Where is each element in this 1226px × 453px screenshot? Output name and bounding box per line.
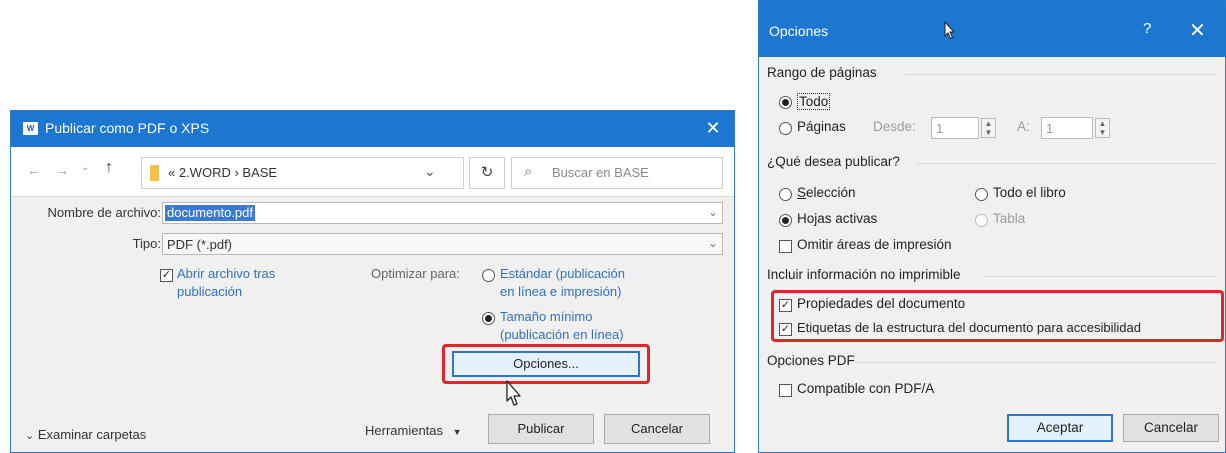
doc-properties-label: Propiedades del documento bbox=[797, 296, 966, 311]
word-app-icon: W bbox=[23, 122, 38, 135]
pdf-options-header: Opciones PDF bbox=[767, 353, 855, 368]
divider bbox=[917, 163, 1217, 164]
entire-workbook-radio[interactable] bbox=[975, 188, 988, 201]
publish-dialog-title: Publicar como PDF o XPS bbox=[45, 120, 210, 136]
divider bbox=[905, 74, 1217, 75]
selection-radio[interactable] bbox=[779, 188, 792, 201]
pdfa-label: Compatible con PDF/A bbox=[797, 381, 935, 396]
tools-label: Herramientas bbox=[365, 423, 444, 438]
open-after-label-2: publicación bbox=[177, 284, 243, 299]
ignore-print-areas-checkbox[interactable] bbox=[779, 240, 792, 253]
forward-arrow-icon[interactable]: → bbox=[55, 162, 69, 178]
options-dialog: Opciones ? ✕ Rango de páginas Todo Págin… bbox=[758, 0, 1226, 453]
to-field[interactable]: 1 bbox=[1041, 117, 1093, 139]
chevron-down-icon[interactable]: ⌄ bbox=[708, 205, 718, 219]
ignore-print-areas-label: Omitir áreas de impresión bbox=[797, 237, 952, 252]
open-after-checkbox[interactable]: ✓ bbox=[160, 269, 173, 282]
table-label: Tabla bbox=[993, 211, 1026, 226]
cancel-button[interactable]: Cancelar bbox=[1123, 414, 1219, 442]
search-input[interactable]: ⌕ Buscar en BASE bbox=[511, 157, 723, 189]
cancel-button[interactable]: Cancelar bbox=[604, 414, 710, 444]
close-icon[interactable]: ✕ bbox=[1189, 18, 1206, 43]
navigation-bar: ← → ⌄ ↑ « 2.WORD › BASE ⌄ ↻ ⌕ Buscar en … bbox=[11, 147, 734, 197]
chevron-down-icon[interactable]: ⌄ bbox=[708, 236, 718, 250]
tools-menu[interactable]: Herramientas ▼ bbox=[365, 423, 462, 438]
address-bar[interactable]: « 2.WORD › BASE ⌄ bbox=[141, 157, 464, 189]
from-label: Desde: bbox=[873, 119, 916, 134]
divider bbox=[855, 362, 1217, 363]
browse-folders-label: Examinar carpetas bbox=[37, 427, 147, 442]
active-sheets-label: Hojas activas bbox=[797, 211, 878, 226]
options-dialog-title: Opciones bbox=[769, 23, 829, 39]
optimize-minimum-label-2: (publicación en línea) bbox=[500, 327, 624, 342]
from-spinner[interactable]: ▲ ▼ bbox=[981, 118, 996, 138]
options-dialog-titlebar[interactable]: Opciones ? ✕ bbox=[759, 1, 1225, 57]
range-pages-radio[interactable] bbox=[779, 122, 792, 135]
pdfa-checkbox[interactable] bbox=[779, 384, 792, 397]
open-after-label-1: Abrir archivo tras bbox=[177, 266, 276, 281]
filetype-value: PDF (*.pdf) bbox=[167, 237, 233, 252]
to-spinner[interactable]: ▲ ▼ bbox=[1095, 118, 1110, 138]
publish-button[interactable]: Publicar bbox=[488, 414, 594, 444]
nonprintable-header: Incluir información no imprimible bbox=[767, 267, 961, 282]
recent-chevron-icon[interactable]: ⌄ bbox=[81, 162, 89, 173]
mouse-pointer-icon bbox=[944, 21, 956, 40]
optimize-standard-label-2: en línea e impresión) bbox=[500, 284, 622, 299]
active-sheets-radio[interactable] bbox=[779, 214, 792, 227]
chevron-down-icon[interactable]: ⌄ bbox=[424, 163, 436, 180]
caret-down-icon: ▼ bbox=[452, 427, 462, 437]
back-arrow-icon[interactable]: ← bbox=[27, 162, 41, 178]
structure-tags-label: Etiquetas de la estructura del documento… bbox=[797, 320, 1141, 335]
folder-icon bbox=[150, 165, 159, 181]
publish-dialog-titlebar[interactable]: W Publicar como PDF o XPS ✕ bbox=[11, 111, 734, 147]
selection-label: Selección bbox=[797, 185, 856, 200]
from-field[interactable]: 1 bbox=[931, 117, 979, 139]
optimize-label: Optimizar para: bbox=[371, 266, 460, 281]
optimize-standard-label-1: Estándar (publicación bbox=[500, 266, 626, 281]
range-all-label: Todo bbox=[797, 93, 831, 110]
search-icon: ⌕ bbox=[524, 163, 533, 180]
filetype-label: Tipo: bbox=[132, 236, 161, 251]
doc-properties-checkbox[interactable]: ✓ bbox=[779, 299, 792, 312]
refresh-icon[interactable]: ↻ bbox=[469, 157, 505, 189]
table-radio[interactable] bbox=[975, 214, 988, 227]
publish-what-header: ¿Qué desea publicar? bbox=[767, 154, 900, 169]
publish-as-pdf-dialog: W Publicar como PDF o XPS ✕ ← → ⌄ ↑ « 2.… bbox=[10, 110, 735, 453]
range-all-radio[interactable] bbox=[779, 96, 792, 109]
up-arrow-icon[interactable]: ↑ bbox=[105, 159, 113, 177]
filename-value: documento.pdf bbox=[165, 205, 256, 221]
breadcrumb: « 2.WORD › BASE bbox=[168, 165, 278, 180]
entire-workbook-label: Todo el libro bbox=[993, 185, 1066, 200]
filetype-select[interactable]: PDF (*.pdf) ⌄ bbox=[162, 233, 723, 255]
to-label: A: bbox=[1017, 119, 1030, 134]
filename-label: Nombre de archivo: bbox=[47, 205, 161, 220]
browse-folders-toggle[interactable]: ⌄ Examinar carpetas bbox=[25, 427, 146, 442]
structure-tags-checkbox[interactable]: ✓ bbox=[779, 323, 792, 336]
help-icon[interactable]: ? bbox=[1143, 20, 1151, 37]
page-range-header: Rango de páginas bbox=[767, 65, 877, 80]
optimize-minimum-label-1: Tamaño mínimo bbox=[500, 309, 593, 324]
range-pages-label: Páginas bbox=[797, 119, 846, 134]
optimize-standard-radio[interactable] bbox=[482, 269, 495, 282]
divider bbox=[983, 276, 1217, 277]
ok-button[interactable]: Aceptar bbox=[1007, 414, 1113, 442]
filename-field[interactable]: documento.pdf ⌄ bbox=[162, 202, 723, 224]
optimize-minimum-radio[interactable] bbox=[482, 312, 495, 325]
mouse-pointer-icon bbox=[506, 380, 521, 406]
search-placeholder: Buscar en BASE bbox=[552, 165, 649, 180]
chevron-down-icon: ⌄ bbox=[25, 430, 35, 442]
options-button[interactable]: Opciones... bbox=[452, 351, 640, 377]
close-icon[interactable]: ✕ bbox=[701, 116, 725, 140]
